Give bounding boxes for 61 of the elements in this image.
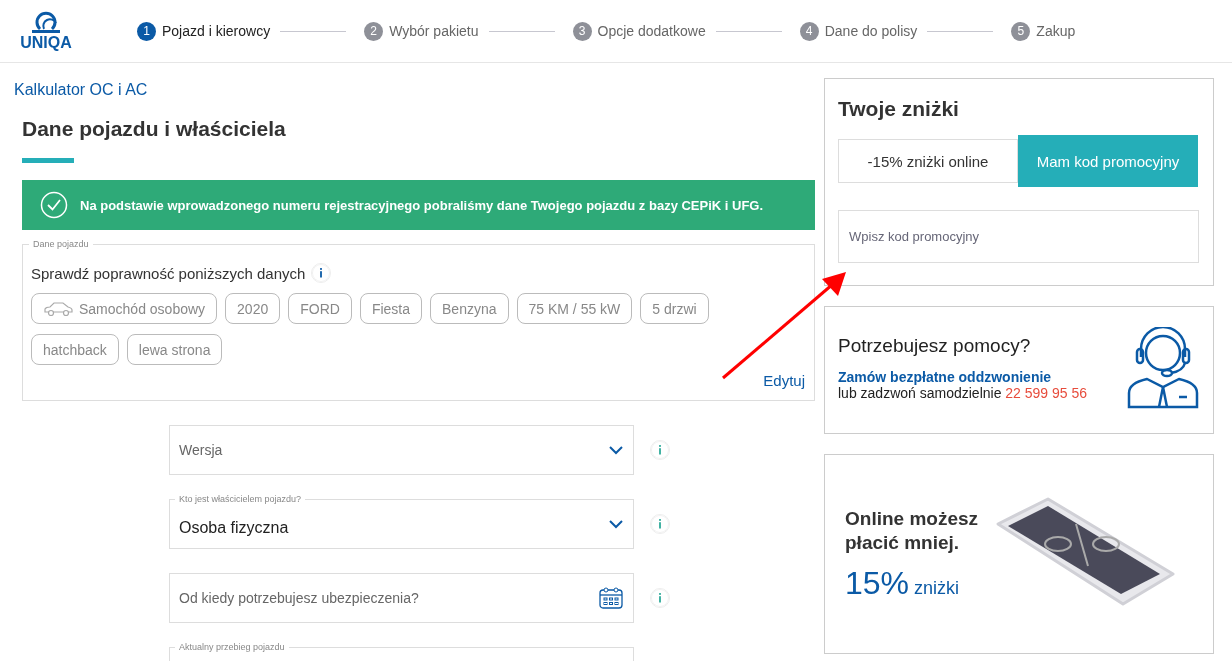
vehicle-tag: FORD xyxy=(288,293,352,324)
phone-link[interactable]: 22 599 95 56 xyxy=(1005,385,1088,401)
page-title: Dane pojazdu i właściciela xyxy=(22,117,287,141)
chevron-down-icon xyxy=(609,445,623,455)
logo-text: UNIQA xyxy=(20,35,72,51)
info-icon[interactable] xyxy=(650,588,670,608)
step-number: 2 xyxy=(364,21,384,41)
step-number: 3 xyxy=(572,21,592,41)
banner-headline: Online możesz xyxy=(845,506,979,531)
vehicle-tag: 5 drzwi xyxy=(640,293,709,324)
vehicle-tag: Fiesta xyxy=(359,293,423,324)
vehicle-tag: Samochód osobowy xyxy=(31,293,218,324)
field-value: Osoba fizyczna xyxy=(179,519,289,537)
check-circle-icon xyxy=(40,191,68,219)
step-number: 1 xyxy=(137,21,156,41)
success-message: Na podstawie wprowadzonego numeru rejestracyjnego pobraliśmy dane Twojego pojazdu z bazy CEPiK i UFG. xyxy=(80,197,764,213)
info-icon[interactable] xyxy=(311,263,332,283)
step-tab[interactable]: 2 Wybór pakietu xyxy=(364,21,479,41)
step-tab[interactable]: 5 Zakup xyxy=(1011,21,1076,41)
car-icon xyxy=(43,300,73,317)
banner-headline: płacić mniej. xyxy=(845,530,961,555)
field-label: Aktualny przebieg pojazdu xyxy=(175,642,289,652)
panel-title: Potrzebujesz pomocy? xyxy=(838,335,1032,357)
info-icon[interactable] xyxy=(650,514,670,534)
step-tab[interactable]: 1 Pojazd i kierowcy xyxy=(137,21,271,41)
step-label: Zakup xyxy=(1036,23,1076,39)
step-label: Pojazd i kierowcy xyxy=(162,23,271,39)
vehicle-tag: 2020 xyxy=(225,293,281,324)
vehicle-tag: 75 KM / 55 kW xyxy=(516,293,633,324)
title-underline xyxy=(22,158,74,163)
info-icon[interactable] xyxy=(650,440,670,460)
field-placeholder: Wersja xyxy=(179,442,223,458)
vehicle-tag: Benzyna xyxy=(430,293,509,324)
panel-legend: Dane pojazdu xyxy=(29,239,93,249)
panel-title: Twoje zniżki xyxy=(838,97,960,121)
breadcrumb-link[interactable]: Kalkulator OC i AC xyxy=(14,81,148,99)
step-number: 5 xyxy=(1011,21,1031,41)
step-label: Opcje dodatkowe xyxy=(597,23,706,39)
vehicle-tag: lewa strona xyxy=(126,334,223,365)
call-text: lub zadzwoń samodzielnie xyxy=(838,385,1003,401)
dropdown[interactable]: Wersja xyxy=(169,425,634,475)
calendar-icon xyxy=(599,587,623,609)
step-tab[interactable]: 4 Dane do polisy xyxy=(799,21,918,41)
promo-code-field[interactable]: Wpisz kod promocyjny xyxy=(838,210,1199,263)
discount-percent: 15% xyxy=(845,564,910,602)
section-heading: Sprawdź poprawność poniższych danych xyxy=(31,264,306,282)
step-label: Wybór pakietu xyxy=(389,23,479,39)
step-label: Dane do polisy xyxy=(824,23,918,39)
field-label: Kto jest właścicielem pojazdu? xyxy=(175,494,306,504)
chevron-down-icon xyxy=(609,519,623,529)
discount-option-button[interactable]: -15% zniżki online xyxy=(838,139,1018,183)
vehicle-tag: hatchback xyxy=(31,334,119,365)
callback-link[interactable]: Zamów bezpłatne oddzwonienie xyxy=(838,369,1088,385)
field-placeholder: Od kiedy potrzebujesz ubezpieczenia? xyxy=(179,590,419,606)
step-number: 4 xyxy=(799,21,819,41)
support-agent-icon xyxy=(1127,327,1199,409)
field-placeholder: Wpisz kod promocyjny xyxy=(849,229,980,244)
edit-link[interactable]: Edytuj xyxy=(763,372,805,389)
date-field[interactable]: Od kiedy potrzebujesz ubezpieczenia? xyxy=(169,573,634,623)
step-tab[interactable]: 3 Opcje dodatkowe xyxy=(572,21,706,41)
discount-label: zniżki xyxy=(914,577,960,599)
